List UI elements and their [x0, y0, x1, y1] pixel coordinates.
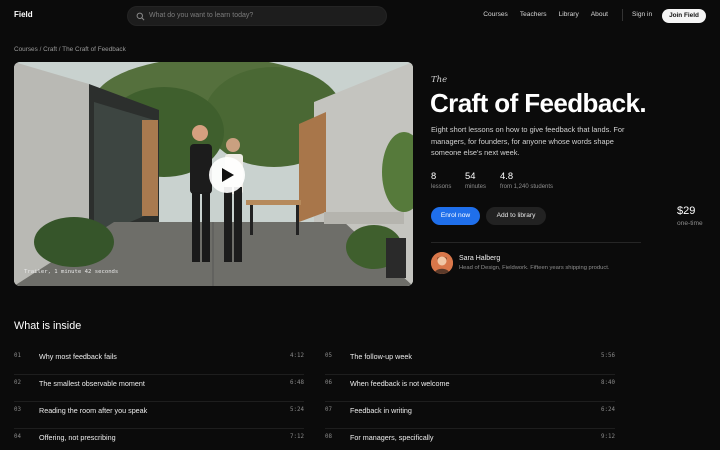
stat-rating: 4.8 from 1,240 students — [500, 170, 553, 190]
lesson-row[interactable]: 05 The follow-up week 5:56 — [325, 348, 615, 375]
search-placeholder: What do you want to learn today? — [149, 12, 254, 19]
lesson-duration: 8:40 — [601, 380, 615, 386]
search-input[interactable]: What do you want to learn today? — [127, 6, 387, 26]
stat-label: from 1,240 students — [500, 184, 554, 190]
stat-label: lessons — [431, 184, 452, 190]
lesson-row[interactable]: 01 Why most feedback fails 4:12 — [14, 348, 304, 375]
lesson-number: 02 — [14, 380, 21, 386]
course-title: Craft of Feedback. — [430, 88, 647, 118]
stat-value: 4.8 — [500, 170, 514, 181]
lesson-number: 08 — [325, 434, 332, 440]
lesson-duration: 9:12 — [601, 434, 615, 440]
lesson-row[interactable]: 04 Offering, not prescribing 7:12 — [14, 429, 304, 450]
lesson-row[interactable]: 02 The smallest observable moment 6:48 — [14, 375, 304, 402]
stat-value: 8 — [431, 170, 437, 181]
course-description: Eight short lessons on how to give feedb… — [431, 125, 625, 158]
lesson-row[interactable]: 07 Feedback in writing 6:24 — [325, 402, 615, 429]
play-icon — [222, 168, 234, 182]
stat-value: 54 — [465, 170, 476, 181]
join-button[interactable]: Join Field — [662, 9, 706, 23]
stat-label: minutes — [465, 184, 487, 190]
lesson-title: For managers, specifically — [350, 433, 434, 442]
lesson-title: The smallest observable moment — [39, 379, 145, 388]
signin-link[interactable]: Sign in — [632, 11, 652, 18]
search-icon — [136, 12, 145, 21]
lesson-title: Offering, not prescribing — [39, 433, 116, 442]
author-photo — [431, 252, 453, 274]
lesson-title: The follow-up week — [350, 352, 412, 361]
lesson-row[interactable]: 06 When feedback is not welcome 8:40 — [325, 375, 615, 402]
lesson-number: 04 — [14, 434, 21, 440]
lesson-duration: 7:12 — [290, 434, 304, 440]
lesson-number: 07 — [325, 407, 332, 413]
trailer-video[interactable]: Trailer, 1 minute 42 seconds — [14, 62, 413, 286]
price-note: one-time — [677, 220, 703, 227]
lesson-duration: 6:24 — [601, 407, 615, 413]
lesson-title: Feedback in writing — [350, 406, 412, 415]
breadcrumb[interactable]: Courses / Craft / The Craft of Feedback — [14, 46, 126, 53]
lesson-duration: 5:24 — [290, 407, 304, 413]
nav-link-library[interactable]: Library — [559, 11, 579, 18]
nav-divider — [622, 9, 623, 21]
lesson-row[interactable]: 03 Reading the room after you speak 5:24 — [14, 402, 304, 429]
avatar[interactable] — [431, 252, 453, 274]
author-bio: Head of Design, Fieldwork. Fifteen years… — [459, 265, 610, 271]
divider — [431, 242, 641, 243]
add-to-library-button[interactable]: Add to library — [486, 207, 546, 225]
nav-link-courses[interactable]: Courses — [483, 11, 508, 18]
nav-links: Courses Teachers Library About — [483, 11, 608, 18]
nav-link-about[interactable]: About — [591, 11, 608, 18]
syllabus-title: What is inside — [14, 320, 82, 332]
price: $29 — [677, 205, 696, 217]
stat-lessons: 8 lessons — [431, 170, 451, 190]
nav-link-teachers[interactable]: Teachers — [520, 11, 547, 18]
trailer-label: Trailer, 1 minute 42 seconds — [24, 269, 119, 275]
lesson-number: 05 — [325, 353, 332, 359]
lesson-title: Reading the room after you speak — [39, 406, 148, 415]
top-nav: Field What do you want to learn today? C… — [0, 0, 720, 32]
enrol-button[interactable]: Enrol now — [431, 207, 480, 225]
title-kicker: The — [431, 75, 448, 85]
lesson-row[interactable]: 08 For managers, specifically 9:12 — [325, 429, 615, 450]
lesson-title: When feedback is not welcome — [350, 379, 450, 388]
author-name[interactable]: Sara Halberg — [459, 255, 500, 262]
lesson-number: 01 — [14, 353, 21, 359]
stat-minutes: 54 minutes — [465, 170, 486, 190]
logo[interactable]: Field — [14, 10, 33, 19]
lesson-number: 03 — [14, 407, 21, 413]
lesson-number: 06 — [325, 380, 332, 386]
lesson-title: Why most feedback fails — [39, 352, 117, 361]
lesson-duration: 4:12 — [290, 353, 304, 359]
lesson-duration: 5:56 — [601, 353, 615, 359]
play-button[interactable] — [209, 157, 245, 193]
lesson-duration: 6:48 — [290, 380, 304, 386]
